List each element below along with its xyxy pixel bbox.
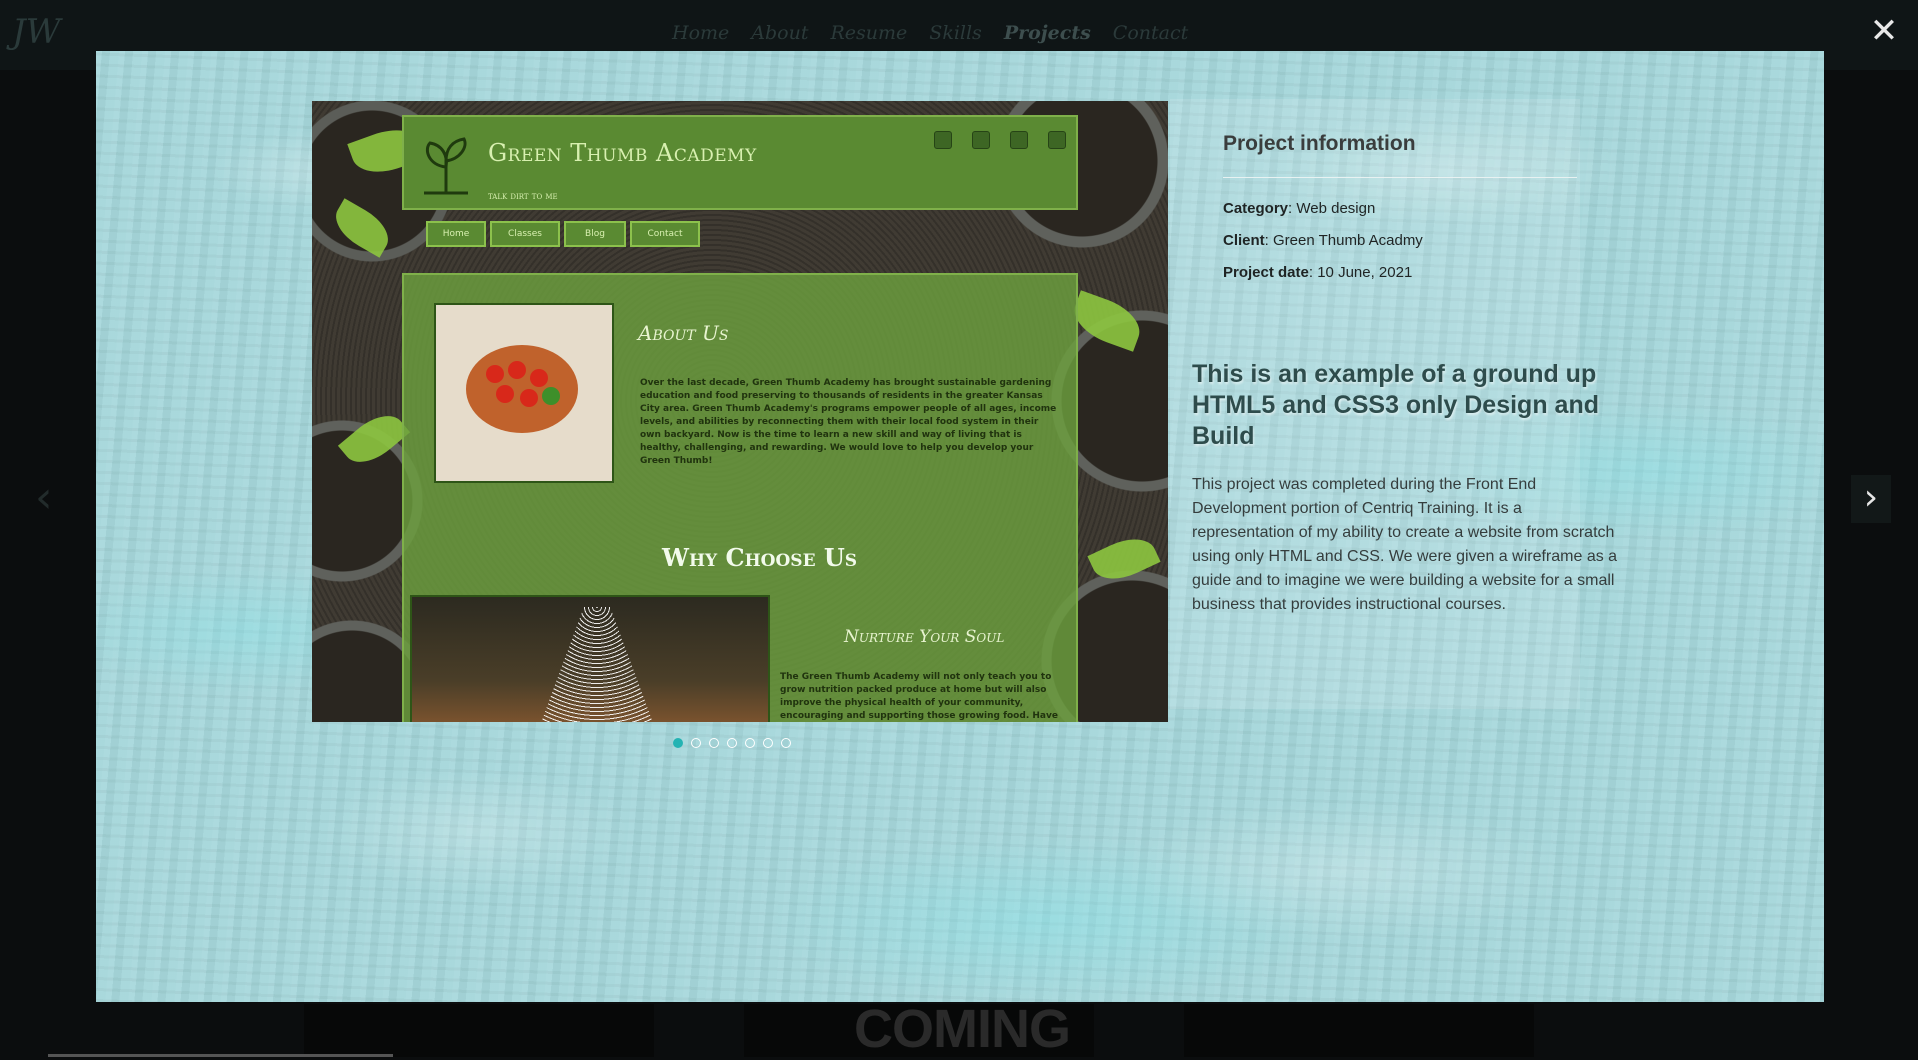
watering-can-image — [410, 595, 770, 722]
leaf-decoration — [1067, 290, 1147, 352]
leaf-decoration — [327, 198, 397, 258]
info-date: Project date: 10 June, 2021 — [1223, 264, 1413, 281]
mockup-main: About Us Over the last decade, Green Thu… — [402, 273, 1078, 722]
carousel-pagination — [673, 738, 791, 748]
mockup-about-text: Over the last decade, Green Thumb Academ… — [640, 378, 1057, 466]
mockup-why-title: Why Choose Us — [662, 543, 858, 572]
instagram-icon — [1010, 131, 1028, 149]
category-label: Category — [1223, 200, 1289, 217]
mockup-site-title: Green Thumb Academy — [488, 139, 757, 167]
client-value: Green Thumb Acadmy — [1273, 232, 1423, 249]
linkedin-icon — [1048, 131, 1066, 149]
tomato-bowl-image — [434, 303, 614, 483]
coming-soon-text: COMING — [854, 999, 1071, 1059]
mockup-nav-item: Contact — [630, 221, 700, 247]
info-client: Client: Green Thumb Acadmy — [1223, 232, 1423, 249]
divider — [1223, 177, 1577, 178]
tomato-shape — [520, 389, 538, 407]
background-project-tile — [1184, 1004, 1534, 1057]
nav-skills[interactable]: Skills — [929, 22, 982, 44]
tomato-shape — [542, 387, 560, 405]
carousel-dot[interactable] — [745, 738, 755, 748]
mockup-nav-item: Classes — [490, 221, 560, 247]
bowl-shape — [466, 345, 578, 433]
site-logo[interactable]: JW — [12, 12, 61, 52]
project-description: This project was completed during the Fr… — [1192, 476, 1618, 613]
project-headline: This is an example of a ground up HTML5 … — [1192, 360, 1599, 450]
category-value: Web design — [1296, 200, 1376, 217]
carousel-dot[interactable] — [691, 738, 701, 748]
carousel-dot[interactable] — [727, 738, 737, 748]
tomato-shape — [530, 369, 548, 387]
mockup-nurture-title: Nurture Your Soul — [844, 627, 1005, 647]
carousel-dot[interactable] — [763, 738, 773, 748]
project-info-title: Project information — [1223, 132, 1416, 155]
project-screenshot: Green Thumb Academy talk dirt to me Home… — [312, 101, 1168, 722]
nav-contact[interactable]: Contact — [1113, 22, 1188, 44]
mockup-nav-item: Home — [426, 221, 486, 247]
nav-projects[interactable]: Projects — [1004, 22, 1091, 44]
background-nav: Home About Resume Skills Projects Contac… — [672, 22, 1188, 44]
nav-resume[interactable]: Resume — [830, 22, 907, 44]
mockup-social-icons — [934, 131, 1066, 149]
date-value: 10 June, 2021 — [1317, 264, 1413, 281]
date-label: Project date — [1223, 264, 1309, 281]
info-category: Category: Web design — [1223, 200, 1376, 217]
close-icon[interactable]: ✕ — [1868, 14, 1900, 48]
sprout-icon — [424, 137, 468, 195]
facebook-icon — [934, 131, 952, 149]
carousel-dot[interactable] — [673, 738, 683, 748]
tomato-shape — [496, 385, 514, 403]
leaf-decoration — [1087, 529, 1161, 589]
tomato-shape — [508, 361, 526, 379]
mockup-nurture-text: The Green Thumb Academy will not only te… — [780, 672, 1058, 721]
client-label: Client — [1223, 232, 1265, 249]
mockup-header: Green Thumb Academy talk dirt to me — [402, 115, 1078, 210]
mockup-nav: Home Classes Blog Contact — [426, 221, 700, 247]
website-mockup: Green Thumb Academy talk dirt to me Home… — [402, 115, 1078, 722]
carousel-dot[interactable] — [709, 738, 719, 748]
background-project-tile: COMING — [744, 999, 1094, 1059]
chevron-right-icon[interactable]: › — [1851, 475, 1891, 523]
chevron-left-icon[interactable]: ‹ — [35, 476, 69, 520]
nav-home[interactable]: Home — [672, 22, 729, 44]
leaf-decoration — [337, 404, 411, 474]
mockup-nav-item: Blog — [564, 221, 626, 247]
water-spray-shape — [532, 607, 662, 722]
nav-about[interactable]: About — [751, 22, 808, 44]
twitter-icon — [972, 131, 990, 149]
tomato-shape — [486, 365, 504, 383]
project-modal: Green Thumb Academy talk dirt to me Home… — [96, 51, 1824, 1002]
background-project-tile — [304, 1004, 654, 1057]
mockup-about-title: About Us — [638, 321, 729, 345]
mockup-site-tagline: talk dirt to me — [488, 191, 558, 202]
carousel-dot[interactable] — [781, 738, 791, 748]
